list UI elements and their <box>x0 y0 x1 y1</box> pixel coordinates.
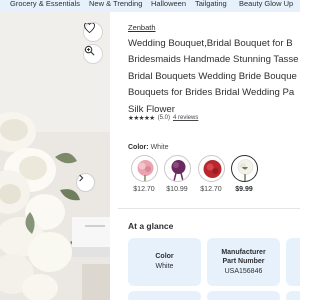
star-rating-icons: ★★★★★ <box>128 115 155 122</box>
glance-card-key: Color <box>155 253 174 260</box>
glance-card-color: Color White <box>128 238 201 286</box>
title-line: Bridal Bouquets Wedding Bride Bouque <box>128 70 297 82</box>
glance-card-key: Manufacturer <box>221 248 266 256</box>
glance-card-key: Part Number <box>222 257 265 265</box>
glance-card-row2 <box>207 291 280 300</box>
color-label-key: Color: <box>128 144 149 151</box>
nav-item-halloween[interactable]: Halloween <box>151 0 186 8</box>
glance-card-value: White <box>155 263 174 270</box>
glance-card-partial <box>286 238 300 286</box>
zoom-in-icon <box>84 45 95 56</box>
nav-item-new-trending[interactable]: New & Trending <box>89 0 142 8</box>
heart-icon <box>84 23 95 33</box>
purple-bouquet-thumbnail <box>171 160 186 181</box>
title-line: Bouquets for Brides Bridal Wedding Pa <box>128 87 295 99</box>
next-image-button[interactable] <box>76 173 95 192</box>
rating-score: (5.0) <box>157 115 170 121</box>
brand-link[interactable]: Zenbath <box>128 23 156 32</box>
nav-item-tailgating[interactable]: Tailgating <box>195 0 227 8</box>
swatch-price-pink: $12.70 <box>133 186 155 193</box>
top-nav: Grocery & Essentials New & Trending Hall… <box>0 0 300 12</box>
zoom-button[interactable] <box>83 44 103 64</box>
color-label: Color: White <box>128 144 168 151</box>
glance-card-value: USA156846 <box>224 267 263 275</box>
red-bouquet-thumbnail <box>203 160 222 178</box>
title-line: Bridesmaids Handmade Stunning Tasse <box>128 54 299 66</box>
swatch-price-purple: $10.99 <box>166 186 188 193</box>
swatch-price-white: $9.99 <box>235 186 253 193</box>
color-swatch-pink[interactable] <box>131 155 158 182</box>
glance-card-part-number: Manufacturer Part Number USA156846 <box>207 238 280 286</box>
chevron-right-icon <box>79 174 84 182</box>
product-title: Wedding Bouquet,Bridal Bouquet for B Bri… <box>128 36 300 118</box>
at-a-glance-title: At a glance <box>128 221 174 231</box>
product-image-panel[interactable] <box>0 12 110 300</box>
color-selected-value: White <box>150 144 169 151</box>
color-swatch-red[interactable] <box>198 155 225 182</box>
nav-item-grocery[interactable]: Grocery & Essentials <box>10 0 80 8</box>
color-swatch-purple[interactable] <box>164 155 191 182</box>
title-line: Wedding Bouquet,Bridal Bouquet for B <box>128 38 293 49</box>
reviews-link[interactable]: 4 reviews <box>173 115 198 121</box>
pink-bouquet-thumbnail <box>137 160 154 181</box>
nav-item-beauty[interactable]: Beauty Glow Up <box>239 0 293 8</box>
glance-card-row2 <box>128 291 201 300</box>
swatch-price-red: $12.70 <box>200 186 222 193</box>
white-bouquet-thumbnail <box>237 159 254 181</box>
favorite-button[interactable] <box>83 22 103 42</box>
section-divider <box>118 208 300 209</box>
color-swatch-white[interactable] <box>231 155 258 182</box>
rating-row: ★★★★★ (5.0) 4 reviews <box>128 114 198 122</box>
glance-card-row2 <box>286 291 300 300</box>
